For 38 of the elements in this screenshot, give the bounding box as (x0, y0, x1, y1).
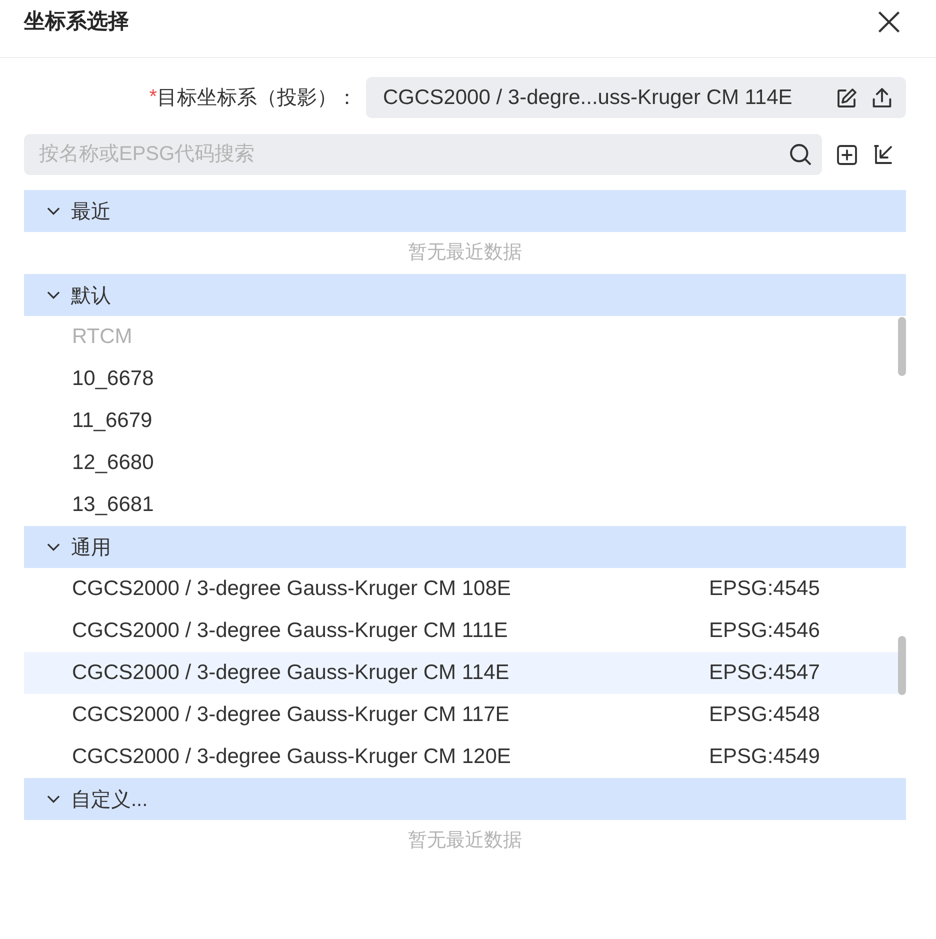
crs-list-item[interactable]: CGCS2000 / 3-degree Gauss-Kruger CM 117E EPSG:4548 (24, 694, 898, 736)
edit-icon[interactable] (837, 88, 857, 108)
epsg-code: EPSG:4549 (709, 745, 821, 769)
crs-list-item[interactable]: 13_6681 (24, 484, 898, 526)
search-field[interactable]: 按名称或EPSG代码搜索 (24, 134, 822, 175)
import-icon[interactable] (873, 144, 893, 164)
field-label: 目标坐标系（投影）： (157, 86, 357, 111)
close-icon[interactable] (878, 11, 900, 33)
add-icon[interactable] (837, 144, 857, 164)
empty-message: 暂无最近数据 (407, 241, 523, 265)
crs-list-item[interactable]: CGCS2000 / 3-degree Gauss-Kruger CM 111E EPSG:4546 (24, 610, 898, 652)
group-header[interactable]: 通用 (24, 526, 906, 568)
crs-list-item[interactable]: CGCS2000 / 3-degree Gauss-Kruger CM 114E EPSG:4547 (24, 652, 898, 694)
group-header[interactable]: 自定义... (24, 778, 906, 820)
crs-name: CGCS2000 / 3-degree Gauss-Kruger CM 108E (72, 577, 512, 601)
crs-name: CGCS2000 / 3-degree Gauss-Kruger CM 111E (72, 619, 509, 643)
epsg-code: EPSG:4547 (709, 661, 821, 685)
epsg-code: EPSG:4546 (709, 619, 821, 643)
crs-name: CGCS2000 / 3-degree Gauss-Kruger CM 120E (72, 745, 512, 769)
required-mark: * (149, 86, 157, 109)
crs-list-item[interactable]: CGCS2000 / 3-degree Gauss-Kruger CM 108E EPSG:4545 (24, 568, 898, 610)
crs-name: CGCS2000 / 3-degree Gauss-Kruger CM 117E (72, 703, 510, 727)
epsg-code: EPSG:4545 (709, 577, 821, 601)
crs-list-item[interactable]: 10_6678 (24, 358, 898, 400)
scrollbar-thumb[interactable] (898, 636, 906, 695)
epsg-code: EPSG:4548 (709, 703, 821, 727)
search-icon[interactable] (790, 144, 811, 165)
scrollbar-thumb[interactable] (898, 317, 906, 376)
group-header[interactable]: 最近 (24, 190, 906, 232)
group-header[interactable]: 默认 (24, 274, 906, 316)
target-crs-field[interactable]: CGCS2000 / 3-degre...uss-Kruger CM 114E (366, 77, 906, 118)
crs-list-item[interactable]: 12_6680 (24, 442, 898, 484)
dialog-title: 坐标系选择 (24, 9, 129, 35)
crs-name: CGCS2000 / 3-degree Gauss-Kruger CM 114E (72, 661, 510, 685)
upload-icon[interactable] (872, 88, 892, 108)
crs-list-item[interactable]: CGCS2000 / 3-degree Gauss-Kruger CM 120E EPSG:4549 (24, 736, 898, 778)
empty-message: 暂无最近数据 (407, 829, 523, 853)
crs-list-item[interactable]: 11_6679 (24, 400, 898, 442)
